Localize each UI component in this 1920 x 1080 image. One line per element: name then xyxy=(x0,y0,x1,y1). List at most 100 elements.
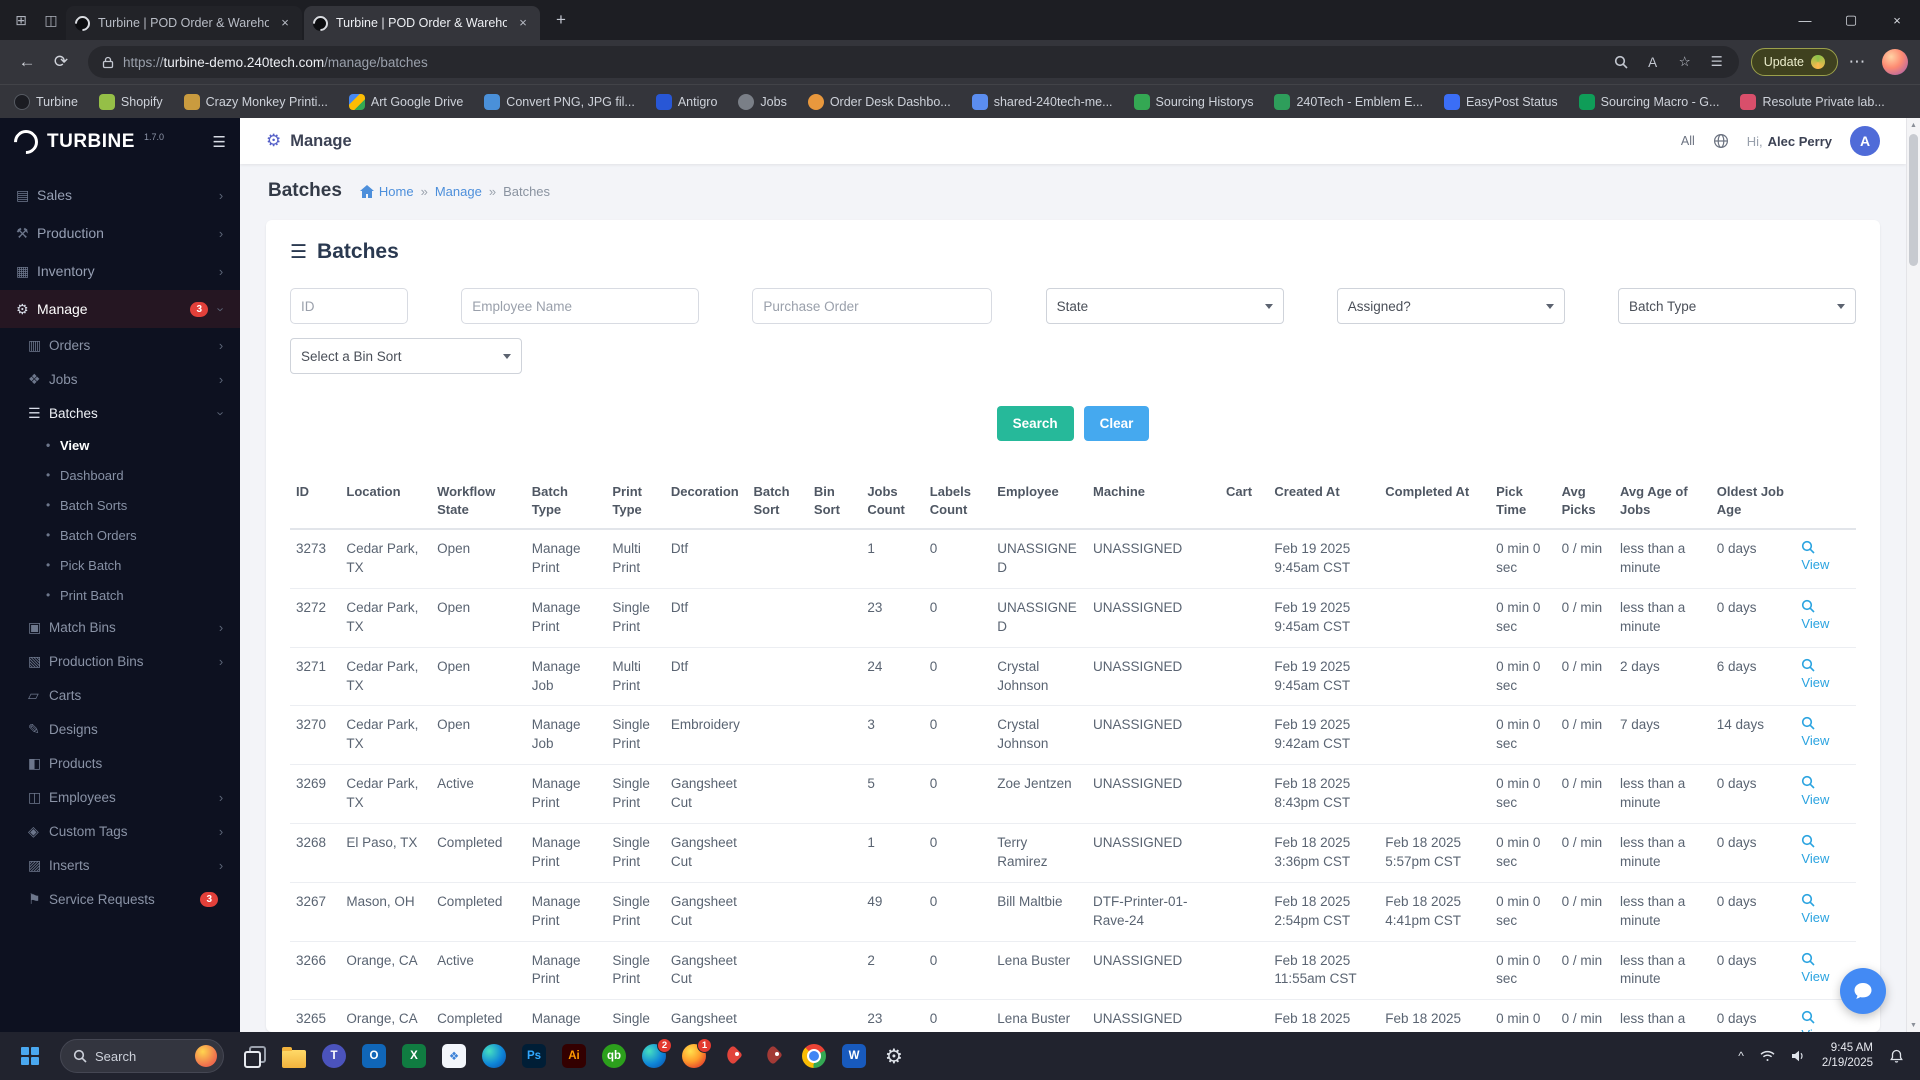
task-view-icon[interactable] xyxy=(234,1036,274,1076)
start-button[interactable] xyxy=(10,1036,50,1076)
view-button[interactable]: View xyxy=(1801,893,1829,927)
tag-red-icon[interactable] xyxy=(714,1036,754,1076)
favorite-star-icon[interactable]: ☆ xyxy=(1677,54,1693,70)
sidebar-item[interactable]: ▧ Production Bins › xyxy=(0,644,240,678)
outlook-icon[interactable]: O xyxy=(354,1036,394,1076)
wifi-icon[interactable] xyxy=(1753,1038,1782,1074)
sidebar-item[interactable]: ▣ Match Bins › xyxy=(0,610,240,644)
view-button[interactable]: View xyxy=(1801,540,1829,574)
bookmark-item[interactable]: shared-240tech-me... xyxy=(971,93,1113,110)
sidebar-item[interactable]: • Pick Batch xyxy=(0,550,240,580)
breadcrumb-manage-link[interactable]: Manage xyxy=(435,184,482,199)
sidebar-item[interactable]: ▨ Inserts › xyxy=(0,848,240,882)
window-minimize-icon[interactable]: — xyxy=(1782,0,1828,40)
scrollbar-up-icon[interactable]: ▲ xyxy=(1907,118,1920,132)
window-close-icon[interactable]: × xyxy=(1874,0,1920,40)
employee-name-filter-input[interactable] xyxy=(461,288,700,324)
sidebar-item[interactable]: ⚑ Service Requests 3 xyxy=(0,882,240,916)
bookmark-item[interactable]: Jobs xyxy=(738,93,787,110)
bookmark-item[interactable]: EasyPost Status xyxy=(1443,93,1558,110)
sidebar-item[interactable]: • Dashboard xyxy=(0,460,240,490)
sidebar-item[interactable]: ❖ Jobs › xyxy=(0,362,240,396)
app-logo[interactable]: TURBINE xyxy=(47,131,135,153)
bookmark-item[interactable]: Antigro xyxy=(655,93,717,110)
sidebar-item[interactable]: ◧ Products xyxy=(0,746,240,780)
view-button[interactable]: View xyxy=(1801,599,1829,633)
browser-menu-icon[interactable]: ⋯ xyxy=(1842,47,1872,77)
window-maximize-icon[interactable]: ▢ xyxy=(1828,0,1874,40)
address-bar[interactable]: https://turbine-demo.240tech.com/manage/… xyxy=(88,46,1739,78)
scrollbar-thumb[interactable] xyxy=(1909,134,1918,266)
sidebar-item[interactable]: • Print Batch xyxy=(0,580,240,610)
taskbar-search[interactable]: Search xyxy=(60,1039,224,1073)
browser-tab[interactable]: Turbine | POD Order & Warehous... × xyxy=(304,6,540,40)
bin-sort-select[interactable]: Select a Bin Sort xyxy=(290,338,522,374)
view-button[interactable]: View xyxy=(1801,716,1829,750)
teams-icon[interactable]: T xyxy=(314,1036,354,1076)
word-icon[interactable]: W xyxy=(834,1036,874,1076)
avatar[interactable]: A xyxy=(1850,126,1880,156)
bookmark-item[interactable]: Shopify xyxy=(98,93,163,110)
id-filter-input[interactable] xyxy=(290,288,408,324)
browser-tab[interactable]: Turbine | POD Order & Warehous... × xyxy=(66,6,302,40)
quickbooks-icon[interactable]: qb xyxy=(594,1036,634,1076)
bookmark-item[interactable]: Turbine xyxy=(14,93,78,110)
bookmark-item[interactable]: Convert PNG, JPG fil... xyxy=(484,93,635,110)
browser-profile-avatar[interactable] xyxy=(1882,49,1908,75)
sidebar-item[interactable]: • Batch Sorts xyxy=(0,490,240,520)
notification-bell-icon[interactable] xyxy=(1883,1038,1910,1074)
batch-type-select[interactable]: Batch Type xyxy=(1617,288,1856,324)
tag-dark-icon[interactable] xyxy=(754,1036,794,1076)
chrome-icon[interactable] xyxy=(794,1036,834,1076)
bookmark-item[interactable]: Order Desk Dashbo... xyxy=(807,93,951,110)
sidebar-item[interactable]: ▦ Inventory › xyxy=(0,252,240,290)
search-button[interactable]: Search xyxy=(996,406,1074,441)
view-button[interactable]: View xyxy=(1801,775,1829,809)
edge-icon[interactable] xyxy=(474,1036,514,1076)
taskbar-clock[interactable]: 9:45 AM 2/19/2025 xyxy=(1814,1041,1881,1071)
sidebar-item[interactable]: ☰ Batches › xyxy=(0,396,240,430)
state-select[interactable]: State xyxy=(1045,288,1284,324)
view-button[interactable]: View xyxy=(1801,1010,1829,1032)
sidebar-item[interactable]: ⚒ Production › xyxy=(0,214,240,252)
chat-widget-button[interactable] xyxy=(1840,968,1886,1014)
bookmark-item[interactable]: Crazy Monkey Printi... xyxy=(183,93,328,110)
sidebar-item[interactable]: ▤ Sales › xyxy=(0,176,240,214)
file-explorer-icon[interactable] xyxy=(274,1036,314,1076)
tab-close-icon[interactable]: × xyxy=(277,15,293,31)
clear-button[interactable]: Clear xyxy=(1083,406,1150,441)
globe-icon[interactable] xyxy=(1713,133,1729,149)
purchase-order-filter-input[interactable] xyxy=(752,288,993,324)
scrollbar-down-icon[interactable]: ▼ xyxy=(1907,1018,1920,1032)
favorites-bar-icon[interactable]: ☰ xyxy=(1709,54,1725,70)
refresh-icon[interactable]: ⟳ xyxy=(46,47,76,77)
sidebar-item[interactable]: • View xyxy=(0,430,240,460)
sidebar-item[interactable]: ⚙ Manage 3 › xyxy=(0,290,240,328)
read-aloud-icon[interactable]: A xyxy=(1645,55,1661,70)
hidden-icons-chevron[interactable]: ^ xyxy=(1731,1038,1751,1074)
sidebar-item[interactable]: • Batch Orders xyxy=(0,520,240,550)
bookmark-item[interactable]: 240Tech - Emblem E... xyxy=(1274,93,1423,110)
sidebar-toggle-icon[interactable]: ☰ xyxy=(213,133,226,151)
user-menu[interactable]: Hi, Alec Perry xyxy=(1747,134,1832,149)
illustrator-icon[interactable]: Ai xyxy=(554,1036,594,1076)
browser-update-button[interactable]: Update xyxy=(1750,48,1838,76)
photoshop-icon[interactable]: Ps xyxy=(514,1036,554,1076)
volume-icon[interactable] xyxy=(1784,1038,1812,1074)
sidebar-item[interactable]: ◫ Employees › xyxy=(0,780,240,814)
photos-icon[interactable]: ❖ xyxy=(434,1036,474,1076)
tab-close-icon[interactable]: × xyxy=(515,15,531,31)
view-button[interactable]: View xyxy=(1801,952,1829,986)
all-link[interactable]: All xyxy=(1681,134,1695,148)
sidebar-item[interactable]: ✎ Designs xyxy=(0,712,240,746)
edge-work-profile-icon[interactable]: 2 xyxy=(634,1036,674,1076)
new-tab-button[interactable]: + xyxy=(546,5,576,35)
bookmark-item[interactable]: Resolute Private lab... xyxy=(1740,93,1885,110)
workspaces-icon[interactable]: ⊞ xyxy=(6,5,36,35)
view-button[interactable]: View xyxy=(1801,658,1829,692)
zoom-icon[interactable] xyxy=(1613,55,1629,69)
bookmark-item[interactable]: Sourcing Macro - G... xyxy=(1578,93,1719,110)
back-icon[interactable]: ← xyxy=(12,47,42,77)
tab-actions-icon[interactable]: ◫ xyxy=(36,5,66,35)
bookmark-item[interactable]: Sourcing Historys xyxy=(1133,93,1253,110)
